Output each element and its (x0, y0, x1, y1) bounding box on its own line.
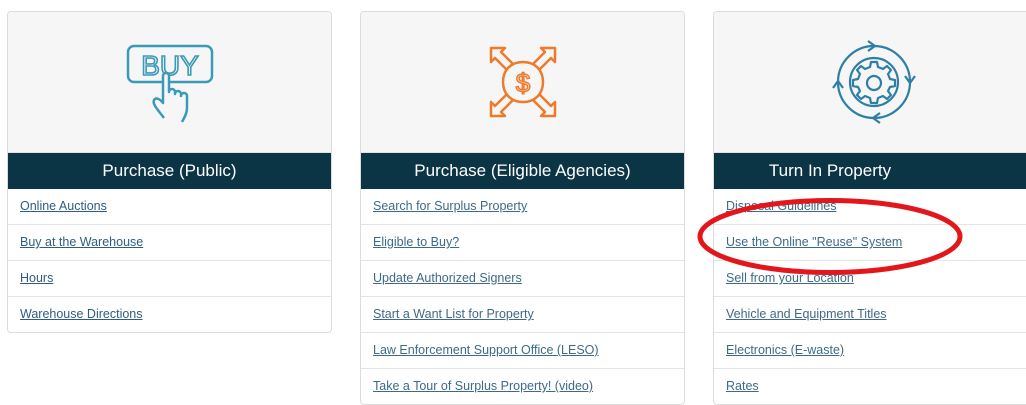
disposal-guidelines-link[interactable]: Disposal Guidelines (726, 199, 836, 213)
vehicle-equipment-titles-link[interactable]: Vehicle and Equipment Titles (726, 307, 887, 321)
update-authorized-signers-link[interactable]: Update Authorized Signers (373, 271, 522, 285)
list-item: Start a Want List for Property (361, 297, 684, 333)
dollar-exchange-arrows-icon: $ (489, 46, 556, 118)
hours-link[interactable]: Hours (20, 271, 53, 285)
rates-link[interactable]: Rates (726, 379, 759, 393)
search-surplus-property-link[interactable]: Search for Surplus Property (373, 199, 527, 213)
buy-at-warehouse-link[interactable]: Buy at the Warehouse (20, 235, 143, 249)
list-item: Hours (8, 261, 331, 297)
online-reuse-system-link[interactable]: Use the Online "Reuse" System (726, 235, 902, 249)
card-image-area (714, 12, 1026, 153)
gear-cycle-icon (832, 40, 916, 124)
list-item: Electronics (E-waste) (714, 333, 1026, 369)
list-item: Warehouse Directions (8, 297, 331, 332)
svg-text:$: $ (515, 68, 530, 98)
purchase-public-card: BUY Purchase (Public) Online Auctions Bu… (7, 11, 332, 333)
purchase-eligible-agencies-card: $ Purchase (Eligible Agencies) Search fo… (360, 11, 685, 405)
list-item: Vehicle and Equipment Titles (714, 297, 1026, 333)
online-auctions-link[interactable]: Online Auctions (20, 199, 107, 213)
buy-hand-icon: BUY (126, 44, 213, 123)
list-item: Buy at the Warehouse (8, 225, 331, 261)
list-item: Use the Online "Reuse" System (714, 225, 1026, 261)
list-item: Online Auctions (8, 189, 331, 225)
list-item: Search for Surplus Property (361, 189, 684, 225)
want-list-link[interactable]: Start a Want List for Property (373, 307, 534, 321)
sell-from-location-link[interactable]: Sell from your Location (726, 271, 854, 285)
warehouse-directions-link[interactable]: Warehouse Directions (20, 307, 143, 321)
list-item: Disposal Guidelines (714, 189, 1026, 225)
card-title: Turn In Property (714, 153, 1026, 189)
leso-link[interactable]: Law Enforcement Support Office (LESO) (373, 343, 599, 357)
card-title: Purchase (Eligible Agencies) (361, 153, 684, 189)
list-item: Update Authorized Signers (361, 261, 684, 297)
turn-in-property-card: Turn In Property Disposal Guidelines Use… (713, 11, 1026, 405)
eligible-to-buy-link[interactable]: Eligible to Buy? (373, 235, 459, 249)
electronics-ewaste-link[interactable]: Electronics (E-waste) (726, 343, 844, 357)
list-item: Law Enforcement Support Office (LESO) (361, 333, 684, 369)
card-image-area: BUY (8, 12, 331, 153)
list-item: Sell from your Location (714, 261, 1026, 297)
tour-video-link[interactable]: Take a Tour of Surplus Property! (video) (373, 379, 593, 393)
card-image-area: $ (361, 12, 684, 153)
list-item: Eligible to Buy? (361, 225, 684, 261)
card-title: Purchase (Public) (8, 153, 331, 189)
